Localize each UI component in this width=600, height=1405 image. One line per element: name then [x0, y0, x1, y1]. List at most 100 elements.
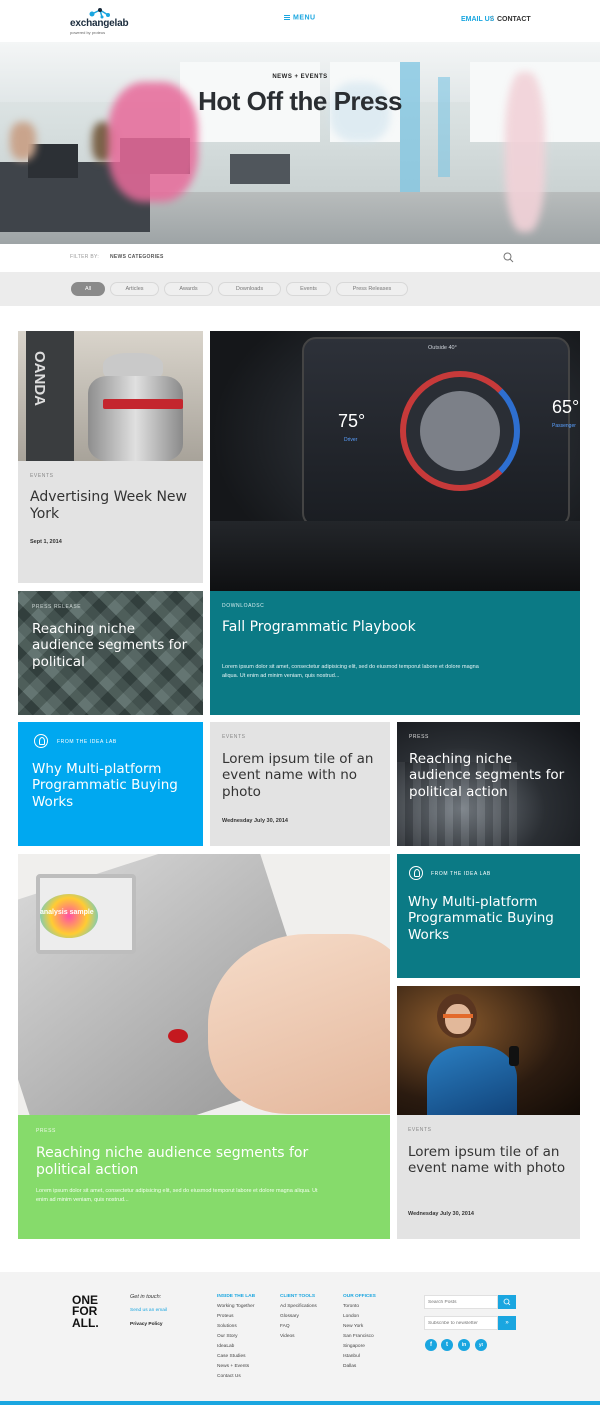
- brand-line: ALL.: [72, 1315, 99, 1330]
- tile-title: Reaching niche audience segments for pol…: [36, 1145, 309, 1179]
- tile-eyebrow: EVENTS: [408, 1127, 432, 1133]
- menu-label: MENU: [293, 14, 316, 22]
- logo-wordmark: exchangelab: [70, 18, 129, 29]
- search-icon: [503, 1298, 511, 1306]
- hero-banner: [0, 42, 600, 244]
- chip-articles[interactable]: Articles: [110, 282, 159, 296]
- newsletter-submit-button[interactable]: »: [498, 1316, 516, 1330]
- tile-eyebrow: PRESS: [409, 734, 429, 740]
- site-logo[interactable]: exchangelab powered by proteus: [70, 6, 140, 36]
- chip-downloads[interactable]: Downloads: [218, 282, 281, 296]
- footer-office[interactable]: New York: [343, 1324, 363, 1329]
- logo-tagline: powered by proteus: [70, 30, 106, 35]
- footer-accent-bar: [0, 1401, 600, 1405]
- chip-awards[interactable]: Awards: [164, 282, 213, 296]
- tile-title: Advertising Week New York: [30, 489, 187, 523]
- tile-eyebrow: FROM THE IDEA LAB: [431, 871, 491, 877]
- footer-office[interactable]: Istanbul: [343, 1354, 360, 1359]
- tile-eyebrow: EVENTS: [30, 473, 54, 479]
- footer-col-heading: OUR OFFICES: [343, 1294, 376, 1299]
- hero-eyebrow: NEWS + EVENTS: [272, 74, 328, 80]
- footer-col-heading: INSIDE THE LAB: [217, 1294, 256, 1299]
- lightbulb-icon: [34, 734, 48, 748]
- footer-link-proteus[interactable]: Proteus: [217, 1314, 234, 1319]
- facebook-icon[interactable]: f: [425, 1339, 437, 1351]
- tile-title: Why Multi-platform Programmatic Buying W…: [408, 894, 554, 943]
- footer-link-glossary[interactable]: Glossary: [280, 1314, 299, 1319]
- tile-photo-presenter[interactable]: [397, 986, 580, 1115]
- tile-title: Reaching niche audience segments for pol…: [409, 751, 565, 800]
- tile-fall-playbook[interactable]: DOWNLOADSC Fall Programmatic Playbook Lo…: [210, 591, 580, 715]
- driver-temp: 75°: [338, 411, 366, 431]
- hamburger-icon: [284, 14, 290, 21]
- chip-press-releases[interactable]: Press Releases: [336, 282, 408, 296]
- footer-link-solutions[interactable]: Solutions: [217, 1324, 237, 1329]
- newsletter-input[interactable]: [424, 1316, 498, 1330]
- search-icon[interactable]: [503, 252, 514, 263]
- youtube-icon[interactable]: yt: [475, 1339, 487, 1351]
- footer-office[interactable]: San Francisco: [343, 1334, 374, 1339]
- tile-press-green[interactable]: PRESS Reaching niche audience segments f…: [18, 1115, 390, 1239]
- tile-title: Why Multi-platform Programmatic Buying W…: [32, 761, 178, 810]
- linkedin-icon[interactable]: in: [458, 1339, 470, 1351]
- footer-link-case-studies[interactable]: Case Studies: [217, 1354, 246, 1359]
- tile-title: Lorem ipsum tile of an event name with p…: [408, 1144, 566, 1177]
- send-email-link[interactable]: Send us an email: [130, 1308, 167, 1313]
- search-posts-input[interactable]: [424, 1295, 498, 1309]
- tile-eyebrow: PRESS RELEASE: [32, 604, 82, 610]
- filter-dropdown[interactable]: NEWS CATEGORIES: [110, 254, 164, 260]
- filter-label: FILTER BY:: [70, 254, 100, 260]
- tile-title: Lorem ipsum tile of an event name with n…: [222, 751, 374, 800]
- tile-event-with-photo[interactable]: EVENTS Lorem ipsum tile of an event name…: [397, 1115, 580, 1239]
- banner-logo-text: OANDA: [31, 351, 48, 406]
- page-title: Hot Off the Press: [198, 86, 402, 116]
- footer-col-heading: CLIENT TOOLS: [280, 1294, 316, 1299]
- tile-idea-lab-blue[interactable]: FROM THE IDEA LAB Why Multi-platform Pro…: [18, 722, 203, 846]
- footer-office[interactable]: London: [343, 1314, 359, 1319]
- footer-link-videos[interactable]: Videos: [280, 1334, 295, 1339]
- footer-brand-logo: ONE FOR ALL.: [72, 1294, 117, 1330]
- tile-event-no-photo[interactable]: EVENTS Lorem ipsum tile of an event name…: [210, 722, 390, 846]
- footer-link-contact-us[interactable]: Contact Us: [217, 1374, 241, 1379]
- twitter-icon[interactable]: t: [441, 1339, 453, 1351]
- tile-photo-terminal[interactable]: analysis sample: [18, 854, 390, 1115]
- site-footer: [0, 1272, 600, 1405]
- footer-link-our-story[interactable]: Our Story: [217, 1334, 238, 1339]
- tile-eyebrow: DOWNLOADSC: [222, 603, 265, 609]
- tile-photo-dashboard[interactable]: Outside 40° 75° Driver 65° Passenger: [210, 331, 580, 591]
- passenger-temp: 65°: [552, 397, 580, 417]
- footer-office[interactable]: Singapore: [343, 1344, 365, 1349]
- tile-eyebrow: PRESS: [36, 1128, 56, 1134]
- tile-press-dark[interactable]: PRESS Reaching niche audience segments f…: [397, 722, 580, 846]
- tile-press-release-pattern[interactable]: PRESS RELEASE Reaching niche audience se…: [18, 591, 203, 715]
- tile-idea-lab-teal[interactable]: FROM THE IDEA LAB Why Multi-platform Pro…: [397, 854, 580, 978]
- chip-all[interactable]: All: [71, 282, 105, 296]
- footer-link-working-together[interactable]: Working Together: [217, 1304, 254, 1309]
- contact-link[interactable]: CONTACT: [497, 16, 531, 23]
- search-posts-button[interactable]: [498, 1295, 516, 1309]
- footer-office[interactable]: Toronto: [343, 1304, 359, 1309]
- footer-link-news-events[interactable]: News + Events: [217, 1364, 249, 1369]
- footer-link-idealab[interactable]: IdeaLab: [217, 1344, 234, 1349]
- footer-office[interactable]: Dallas: [343, 1364, 356, 1369]
- tile-title: Fall Programmatic Playbook: [222, 619, 416, 635]
- footer-link-ad-specs[interactable]: Ad Specifications: [280, 1304, 317, 1309]
- tile-eyebrow: EVENTS: [222, 734, 246, 740]
- passenger-label: Passenger: [552, 423, 576, 429]
- menu-button[interactable]: MENU: [284, 14, 316, 21]
- screen-sample-text: analysis sample: [40, 909, 94, 916]
- header-separator: /: [491, 16, 493, 23]
- tile-date: Wednesday July 30, 2014: [222, 818, 288, 824]
- tile-eyebrow: FROM THE IDEA LAB: [57, 739, 117, 745]
- tile-advertising-week[interactable]: EVENTS Advertising Week New York Sept 1,…: [18, 461, 203, 583]
- get-in-touch-label: Get in touch:: [130, 1294, 162, 1300]
- arrow-right-icon: »: [505, 1320, 509, 1326]
- tile-title: Reaching niche audience segments for pol…: [32, 621, 188, 670]
- tile-body: Lorem ipsum dolor sit amet, consectetur …: [36, 1188, 318, 1203]
- tile-photo-robot[interactable]: OANDA: [18, 331, 203, 461]
- email-us-link[interactable]: EMAIL US: [461, 16, 494, 23]
- footer-link-faq[interactable]: FAQ: [280, 1324, 290, 1329]
- privacy-policy-link[interactable]: Privacy Policy: [130, 1322, 163, 1327]
- tile-date: Wednesday July 30, 2014: [408, 1211, 474, 1217]
- chip-events[interactable]: Events: [286, 282, 331, 296]
